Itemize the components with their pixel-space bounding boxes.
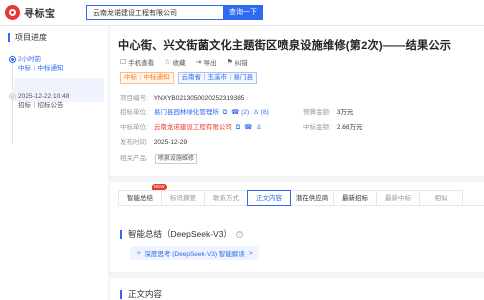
tab-similar[interactable]: 相似 <box>419 190 463 206</box>
field-label: 相关产品: <box>120 155 148 162</box>
logo[interactable]: 寻标宝 <box>5 5 56 20</box>
budget-row: 预算金额: 3万元 <box>303 106 353 116</box>
tab-label: 智能总结 <box>127 195 153 202</box>
contact-icon[interactable]: ☎ <box>231 109 239 116</box>
timeline-line <box>12 54 13 144</box>
ai-interpret-button[interactable]: ✧ 深度思考 (DeepSeek-V3) 智能解读 > <box>130 246 259 260</box>
action-label: 手机查看 <box>128 60 155 67</box>
star-icon: ☆ <box>164 59 171 66</box>
tenderer-row: 招标单位: 易门县园林绿化管理所 ⧉ ☎ (2) ♙ (8) <box>120 106 269 117</box>
search-button[interactable]: 查询一下 <box>223 5 263 20</box>
export-button[interactable]: ⇥ 导出 <box>196 57 217 67</box>
action-label: 纠错 <box>234 60 248 67</box>
ai-summary-header: 智能总结（DeepSeek-V3） ? <box>120 228 243 240</box>
person-icon[interactable]: ♙ <box>253 109 259 116</box>
winner-row: 中标单位: 云南龙诺建设工程有限公司 ⧉ ☎ ♙ <box>120 121 262 132</box>
tab-content[interactable]: 正文内容 <box>247 190 291 206</box>
copy-icon[interactable]: ⧉ <box>223 109 228 116</box>
tab-latest-awards[interactable]: 最新中标 <box>376 190 420 206</box>
field-label: 中标金额: <box>303 124 331 131</box>
section-divider <box>110 272 484 278</box>
timeline-item-tender[interactable]: 2025-12-22 10:48 招标｜招标公告 <box>18 92 69 110</box>
ai-summary-title: 智能总结（DeepSeek-V3） <box>128 229 232 239</box>
publish-row: 发布时间: 2025-12-29 <box>120 136 187 146</box>
action-bar: ☐ 手机查看 ☆ 收藏 ⇥ 导出 ⚑ 纠错 <box>120 57 248 67</box>
detail-panel: 中心街、兴文街菌文化主题街区喷泉设施维修(第2次)——结果公示 ☐ 手机查看 ☆… <box>110 26 484 300</box>
product-chip[interactable]: 喷泉设施维修 <box>154 154 197 164</box>
help-icon[interactable]: ? <box>235 230 243 238</box>
contact-count[interactable]: (2) <box>241 109 249 116</box>
accent-bar <box>8 33 10 42</box>
tag-row: 中标｜中标通知 云南省｜玉溪市｜易门县 <box>120 72 257 84</box>
page-title: 中心街、兴文街菌文化主题街区喷泉设施维修(第2次)——结果公示 <box>118 40 452 52</box>
timeline-time: 2小时前 <box>18 56 42 63</box>
content-header: 正文内容 <box>120 288 162 300</box>
project-no-value: YNXYB02130500202523193​85 <box>153 95 245 102</box>
phone-view-button[interactable]: ☐ 手机查看 <box>120 57 154 67</box>
logo-mark-icon <box>5 5 20 20</box>
person-count[interactable]: (8) <box>261 109 269 116</box>
logo-text: 寻标宝 <box>24 9 56 20</box>
ai-button-label: 深度思考 (DeepSeek-V3) 智能解读 <box>144 251 245 258</box>
accent-bar <box>120 229 122 239</box>
project-no-row: 项目编号: YNXYB02130500202523193​85 <box>120 92 244 102</box>
field-label: 预算金额: <box>303 109 331 116</box>
chevron-right-icon: > <box>248 249 253 257</box>
panel-title: 项目进度 <box>15 33 47 42</box>
sparkle-icon: ✧ <box>136 250 142 257</box>
field-label: 发布时间: <box>120 139 148 146</box>
region-tag[interactable]: 云南省｜玉溪市｜易门县 <box>177 72 257 84</box>
timeline-desc: 中标｜中标通知 <box>18 65 64 72</box>
report-error-button[interactable]: ⚑ 纠错 <box>226 57 247 67</box>
timeline-dot-icon <box>10 57 15 62</box>
tab-contact[interactable]: 联系方式 <box>204 190 248 206</box>
timeline-dot-icon <box>10 94 15 99</box>
action-label: 导出 <box>203 60 217 67</box>
type-tag: 中标｜中标通知 <box>120 72 174 84</box>
phone-icon: ☐ <box>120 59 127 66</box>
product-row: 相关产品: 喷泉设施维修 <box>120 152 197 164</box>
tenderer-link[interactable]: 易门县园林绿化管理所 <box>154 109 219 116</box>
project-progress-panel: 项目进度 2小时前 中标｜中标通知 2025-12-22 10:48 招标｜招标… <box>0 26 108 300</box>
flag-icon: ⚑ <box>226 59 233 66</box>
search-input[interactable] <box>86 5 223 20</box>
person-icon[interactable]: ♙ <box>256 124 262 131</box>
contact-icon[interactable]: ☎ <box>244 124 252 131</box>
content-title: 正文内容 <box>128 289 163 299</box>
timeline-desc: 招标｜招标公告 <box>18 102 64 109</box>
field-label: 中标单位: <box>120 124 148 131</box>
top-bar: 寻标宝 查询一下 <box>0 0 484 26</box>
publish-value: 2025-12-29 <box>153 139 188 146</box>
timeline-item-award[interactable]: 2小时前 中标｜中标通知 <box>18 55 64 73</box>
tab-latest-tenders[interactable]: 最新招标 <box>333 190 377 206</box>
bid-amount-value: 2.68万元 <box>336 124 363 131</box>
tab-potential-suppliers[interactable]: 潜在供应商 <box>290 190 334 206</box>
action-label: 收藏 <box>172 60 186 67</box>
section-divider <box>110 176 484 182</box>
winner-link[interactable]: 云南龙诺建设工程有限公司 <box>154 124 232 131</box>
panel-header: 项目进度 <box>8 32 47 43</box>
timeline-time: 2025-12-22 10:48 <box>18 93 70 100</box>
field-label: 招标单位: <box>120 109 148 116</box>
budget-value: 3万元 <box>336 109 354 116</box>
export-icon: ⇥ <box>195 59 202 66</box>
accent-bar <box>120 289 122 299</box>
detail-tabs: 智能总结 NEW 标讯摘要 联系方式 正文内容 潜在供应商 最新招标 最新中标 … <box>118 184 484 206</box>
favorite-button[interactable]: ☆ 收藏 <box>164 57 185 67</box>
tab-summary[interactable]: 标讯摘要 <box>161 190 205 206</box>
bid-amount-row: 中标金额: 2.68万元 <box>303 121 362 131</box>
copy-icon[interactable]: ⧉ <box>236 124 241 131</box>
field-label: 项目编号: <box>120 95 148 102</box>
tab-smart-summary[interactable]: 智能总结 NEW <box>118 184 167 206</box>
